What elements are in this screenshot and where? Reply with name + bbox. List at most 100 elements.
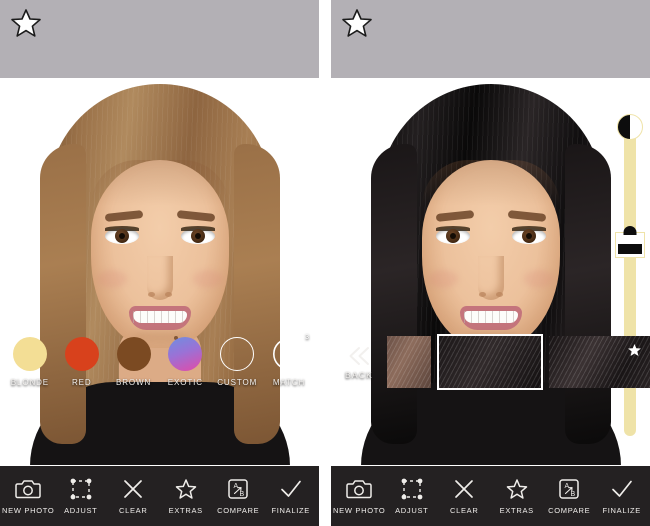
tool-extras[interactable]: EXTRAS [160, 477, 212, 515]
cheek-left [427, 270, 458, 288]
star-outline-icon[interactable] [340, 6, 374, 40]
tool-adjust-label: ADJUST [395, 506, 429, 515]
tool-extras-label: EXTRAS [168, 506, 203, 515]
tool-clear[interactable]: CLEAR [107, 477, 159, 515]
star-outline-icon [504, 477, 530, 501]
panel-after: BACK NEW PHOTO ADJUST CLEAR EXTRAS A B C… [331, 0, 650, 526]
compare-ab-icon: A B [225, 477, 251, 501]
double-chevron-left-icon [345, 345, 373, 367]
nostrils [147, 292, 172, 299]
svg-text:A: A [234, 483, 239, 490]
tool-finalize[interactable]: FINALIZE [596, 477, 648, 515]
tool-adjust-label: ADJUST [64, 506, 98, 515]
tool-adjust[interactable]: ADJUST [55, 477, 107, 515]
match-icon[interactable]: 3 [272, 334, 310, 371]
swatch-blonde-circle[interactable] [12, 337, 47, 371]
portrait-before [29, 78, 290, 466]
swatch-brown[interactable]: BROWN [110, 337, 158, 387]
texture-swatch-3[interactable] [548, 336, 650, 388]
tool-clear[interactable]: CLEAR [438, 477, 490, 515]
eye-left [104, 226, 139, 244]
swatch-custom-circle[interactable] [220, 337, 255, 371]
tool-new-photo[interactable]: NEW PHOTO [333, 477, 385, 515]
swatch-brown-circle[interactable] [116, 337, 151, 371]
status-bar-after [331, 0, 650, 78]
tool-clear-label: CLEAR [449, 506, 479, 515]
photo-canvas-before[interactable]: BLONDE RED BROWN EXOTIC CUSTOM 3 MATCH [0, 78, 319, 466]
svg-text:B: B [240, 491, 245, 498]
texture-swatch-2-selected[interactable] [437, 334, 543, 390]
svg-text:A: A [565, 483, 570, 490]
check-icon [609, 477, 635, 501]
match-count-badge: 3 [305, 334, 310, 341]
color-palette-row: BLONDE RED BROWN EXOTIC CUSTOM 3 MATCH [0, 318, 319, 406]
tool-adjust[interactable]: ADJUST [386, 477, 438, 515]
tool-compare[interactable]: A B COMPARE [212, 477, 264, 515]
back-button[interactable]: BACK [331, 345, 387, 380]
camera-icon [346, 477, 372, 501]
bottom-toolbar-before: NEW PHOTO ADJUST CLEAR EXTRAS A B COMPAR… [0, 466, 319, 526]
tool-clear-label: CLEAR [118, 506, 148, 515]
texture-picker-row: BACK [331, 318, 650, 406]
tool-compare-label: COMPARE [548, 506, 591, 515]
star-outline-icon[interactable] [9, 6, 43, 40]
swatch-exotic[interactable]: EXOTIC [161, 337, 209, 387]
tool-extras-label: EXTRAS [499, 506, 534, 515]
half-circle-icon[interactable] [617, 114, 643, 140]
texture-swatch-1[interactable] [387, 336, 431, 388]
eye-right [511, 226, 546, 244]
x-icon [120, 477, 146, 501]
swatch-brown-label: BROWN [115, 378, 152, 387]
iris-right [521, 229, 536, 243]
eyebrow-right [176, 210, 215, 222]
tool-new-photo[interactable]: NEW PHOTO [2, 477, 54, 515]
eye-left [435, 226, 470, 244]
cheek-left [96, 270, 127, 288]
star-outline-icon [173, 477, 199, 501]
swatch-custom[interactable]: CUSTOM [213, 337, 261, 387]
pupil-left [118, 233, 125, 239]
tool-extras[interactable]: EXTRAS [491, 477, 543, 515]
eyebrow-left [104, 210, 143, 222]
swatch-blonde[interactable]: BLONDE [6, 337, 54, 387]
pupil-left [449, 233, 456, 239]
swatch-red[interactable]: RED [58, 337, 106, 387]
back-button-label: BACK [345, 369, 373, 380]
star-filled-icon[interactable] [627, 343, 642, 358]
tool-compare[interactable]: A B COMPARE [543, 477, 595, 515]
tool-finalize-label: FINALIZE [602, 506, 642, 515]
swatch-red-circle[interactable] [64, 337, 99, 371]
photo-canvas-after[interactable]: BACK [331, 78, 650, 466]
app-screenshot-pair: BLONDE RED BROWN EXOTIC CUSTOM 3 MATCH N… [0, 0, 650, 526]
swatch-blonde-label: BLONDE [10, 378, 50, 387]
opacity-knob [623, 226, 637, 235]
swatch-match[interactable]: 3 MATCH [265, 334, 313, 387]
tool-finalize-label: FINALIZE [271, 506, 311, 515]
portrait-after [360, 78, 621, 466]
texture-strip [387, 318, 650, 406]
check-icon [278, 477, 304, 501]
status-bar-before [0, 0, 319, 78]
crop-handles-icon [399, 477, 425, 501]
pupil-right [525, 233, 532, 239]
pupil-right [194, 233, 201, 239]
cheek-right [192, 270, 223, 288]
iris-left [114, 229, 129, 243]
texture-strands [387, 336, 431, 388]
crop-handles-icon [68, 477, 94, 501]
opacity-bar [618, 244, 642, 254]
swatch-red-label: RED [71, 378, 92, 387]
tool-new-photo-label: NEW PHOTO [333, 506, 386, 515]
camera-icon [15, 477, 41, 501]
eye-right [180, 226, 215, 244]
swatch-exotic-circle[interactable] [168, 337, 203, 371]
bottom-toolbar-after: NEW PHOTO ADJUST CLEAR EXTRAS A B COMPAR… [331, 466, 650, 526]
swatch-exotic-label: EXOTIC [167, 378, 203, 387]
tool-compare-label: COMPARE [217, 506, 260, 515]
swatch-match-label: MATCH [272, 378, 306, 387]
swatch-custom-label: CUSTOM [217, 378, 258, 387]
iris-left [445, 229, 460, 243]
opacity-block-icon[interactable] [615, 226, 645, 258]
texture-strands [439, 336, 541, 388]
tool-finalize[interactable]: FINALIZE [265, 477, 317, 515]
